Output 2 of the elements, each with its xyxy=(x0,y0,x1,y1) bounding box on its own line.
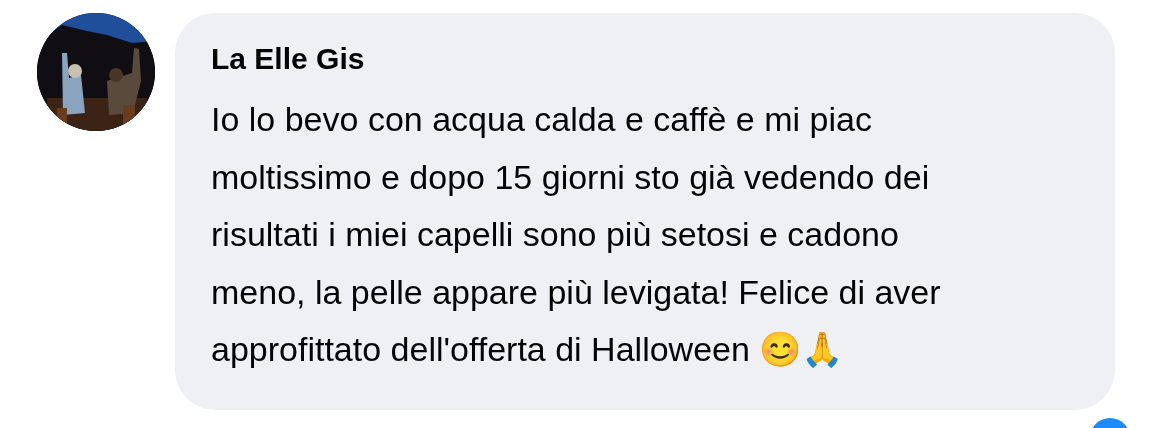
comment-text: Io lo bevo con acqua calda e caffè e mi piac moltissimo e dopo 15 giorni sto già vedendo dei risultati i miei capelli sono più setosi e cadono meno, la pelle appare più levigata! Felice di aver approfittato dell'offerta di Halloween 😊🙏 xyxy=(211,99,942,370)
author-name[interactable]: La Elle Gis xyxy=(211,39,1085,79)
